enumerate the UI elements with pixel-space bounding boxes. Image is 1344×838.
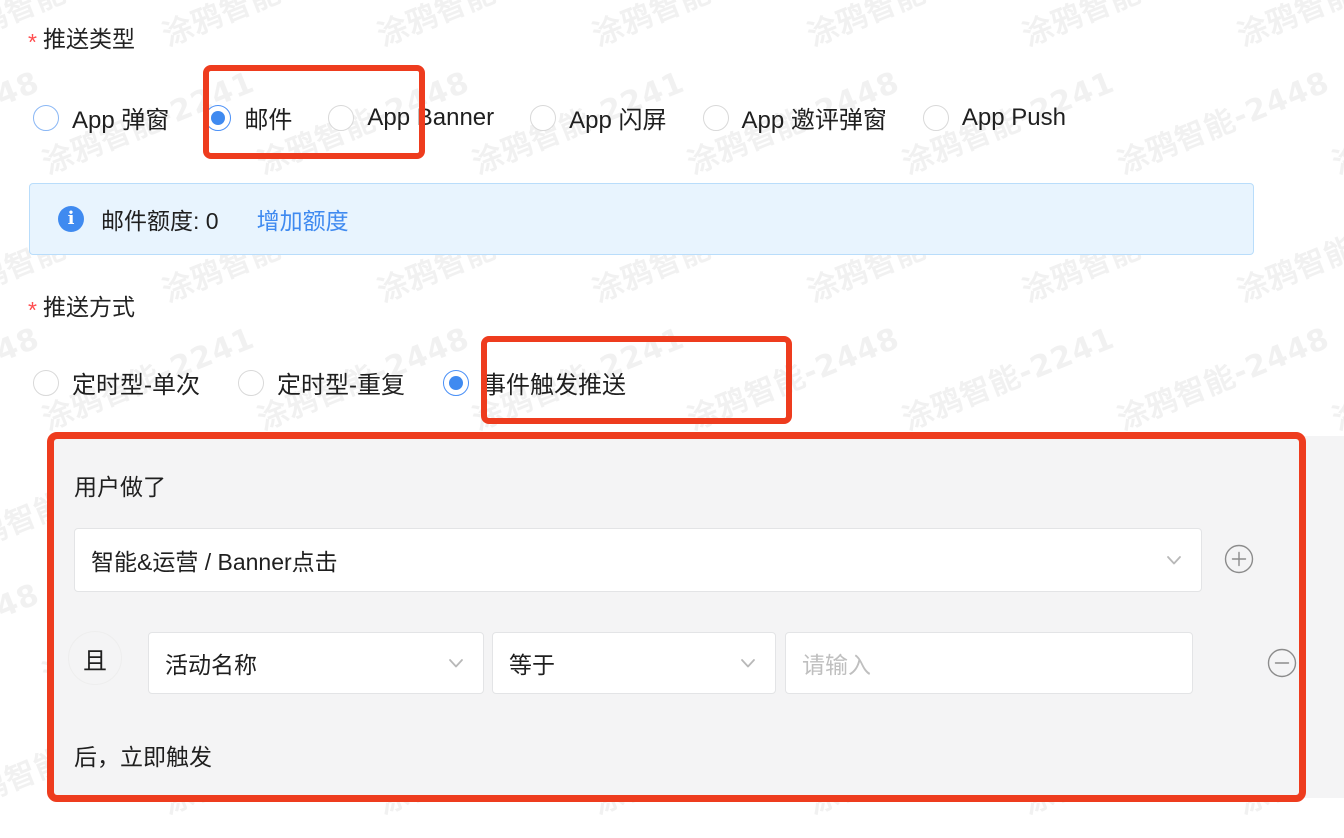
chevron-down-icon[interactable] [737, 652, 759, 674]
radio-app-splash[interactable]: App 闪屏 [530, 100, 667, 135]
logic-operator-label: 且 [83, 647, 107, 675]
required-asterisk-2: * [28, 297, 37, 323]
condition-value-placeholder: 请输入 [802, 652, 871, 678]
radio-app-push[interactable]: App Push [922, 103, 1066, 132]
push-method-radio-group[interactable]: 定时型-单次 定时型-重复 事件触发推送 [33, 365, 626, 400]
radio-label-scheduled-repeat: 定时型-重复 [277, 372, 405, 399]
radio-scheduled-repeat[interactable]: 定时型-重复 [238, 365, 405, 400]
radio-label-app-splash: App 闪屏 [569, 107, 667, 134]
radio-label-app-popup: App 弹窗 [72, 107, 170, 134]
push-type-label: * 推送类型 [28, 26, 135, 54]
remove-condition-button[interactable] [1267, 648, 1297, 678]
radio-label-app-push: App Push [961, 103, 1066, 131]
minus-circle-icon [1267, 648, 1297, 678]
event-condition-panel: 用户做了 智能&运营 / Banner点击 且 活动名称 等于 请输入 后，立即… [52, 436, 1344, 798]
email-quota-text: 邮件额度: 0 [101, 208, 219, 234]
radio-indicator-app-splash[interactable] [530, 104, 557, 131]
radio-indicator-scheduled-repeat[interactable] [238, 369, 264, 396]
radio-indicator-app-popup[interactable] [33, 104, 59, 131]
radio-scheduled-once[interactable]: 定时型-单次 [33, 365, 200, 400]
plus-circle-icon [1224, 544, 1254, 574]
radio-label-app-banner: App Banner [367, 103, 495, 131]
attribute-select-value: 活动名称 [165, 652, 257, 678]
radio-label-app-review-popup: App 邀评弹窗 [741, 107, 887, 134]
event-panel-title: 用户做了 [74, 474, 166, 500]
event-select-value: 智能&运营 / Banner点击 [91, 549, 338, 575]
radio-indicator-app-banner[interactable] [328, 104, 355, 131]
event-panel-footer: 后，立即触发 [74, 744, 212, 770]
radio-label-scheduled-once: 定时型-单次 [72, 372, 200, 399]
chevron-down-icon[interactable] [1163, 549, 1185, 571]
radio-email[interactable]: 邮件 [205, 100, 292, 135]
radio-indicator-event-triggered[interactable] [443, 369, 469, 396]
push-type-radio-group[interactable]: App 弹窗 邮件 App Banner App 闪屏 App 邀评弹窗 App… [33, 100, 1066, 135]
radio-indicator-email[interactable] [205, 104, 232, 131]
operator-select[interactable]: 等于 [492, 632, 776, 694]
add-condition-button[interactable] [1224, 544, 1254, 574]
logic-operator-badge[interactable]: 且 [68, 631, 122, 685]
radio-app-popup[interactable]: App 弹窗 [33, 100, 169, 135]
radio-event-triggered[interactable]: 事件触发推送 [443, 365, 626, 400]
radio-indicator-app-review-popup[interactable] [702, 104, 729, 131]
increase-quota-link[interactable]: 增加额度 [257, 202, 349, 236]
radio-app-banner[interactable]: App Banner [328, 104, 494, 132]
radio-label-event-triggered: 事件触发推送 [482, 372, 626, 399]
push-type-label-text: 推送类型 [42, 26, 135, 52]
chevron-down-icon[interactable] [445, 652, 467, 674]
event-select[interactable]: 智能&运营 / Banner点击 [74, 528, 1202, 592]
required-asterisk: * [28, 29, 37, 55]
radio-indicator-scheduled-once[interactable] [33, 369, 59, 396]
radio-label-email: 邮件 [244, 107, 293, 134]
email-quota-alert: i 邮件额度: 0 增加额度 [29, 183, 1254, 255]
info-circle-icon: i [58, 206, 84, 232]
operator-select-value: 等于 [509, 652, 555, 678]
radio-app-review-popup[interactable]: App 邀评弹窗 [702, 100, 887, 135]
push-campaign-form: * 推送类型 App 弹窗 邮件 App Banner App 闪屏 App 邀评… [0, 0, 1344, 838]
attribute-select[interactable]: 活动名称 [148, 632, 484, 694]
push-method-label-text: 推送方式 [42, 294, 135, 320]
condition-value-input[interactable]: 请输入 [785, 632, 1193, 694]
radio-indicator-app-push[interactable] [922, 104, 949, 131]
push-method-label: * 推送方式 [28, 294, 135, 322]
